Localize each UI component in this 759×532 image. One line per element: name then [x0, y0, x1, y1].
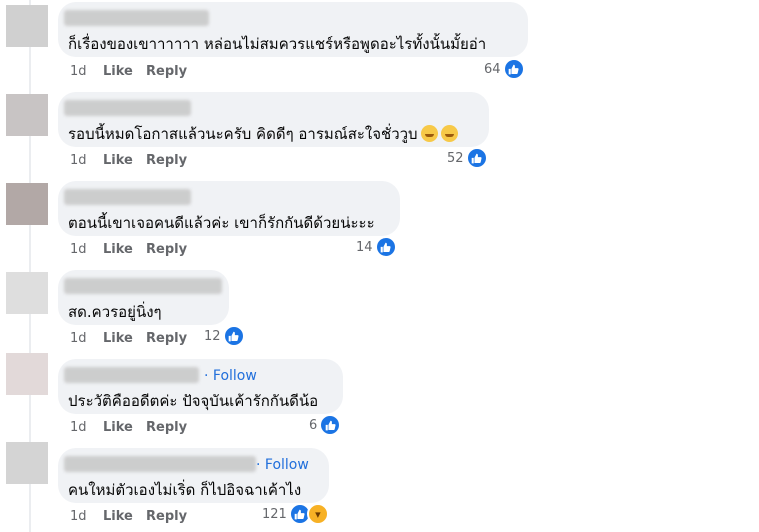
like-button[interactable]: Like [103, 153, 133, 168]
reaction-count: 12 [204, 328, 221, 344]
like-reaction-icon [465, 147, 488, 169]
reaction-summary[interactable]: 52 [447, 147, 488, 169]
comment-text: คนใหม่ตัวเองไม่เริ่ด ก็ไปอิจฉาเค้าไง [68, 481, 302, 499]
comment-bubble: ก็เรื่องของเขาาาาาา หล่อนไม่สมควรแชร์หรื… [58, 2, 528, 57]
like-button[interactable]: Like [103, 420, 133, 435]
comment-text: ตอนนี้เขาเจอคนดีแล้วค่ะ เขาก็รักกันดีด้ว… [68, 214, 375, 232]
comment-text: สด.ควรอยู่นิ่งๆ [68, 303, 162, 321]
comment-time[interactable]: 1d [70, 153, 87, 168]
avatar[interactable] [6, 272, 48, 314]
comment-time[interactable]: 1d [70, 64, 87, 79]
reaction-summary[interactable]: 12 [204, 325, 245, 347]
comment: · Follow คนใหม่ตัวเองไม่เริ่ด ก็ไปอิจฉาเ… [0, 442, 759, 531]
like-reaction-icon [222, 325, 245, 347]
reply-button[interactable]: Reply [146, 420, 187, 435]
like-reaction-icon [502, 58, 525, 80]
author-name-blurred[interactable] [64, 456, 256, 472]
comment-bubble: ตอนนี้เขาเจอคนดีแล้วค่ะ เขาก็รักกันดีด้ว… [58, 181, 400, 236]
reply-button[interactable]: Reply [146, 242, 187, 257]
comment-text: ก็เรื่องของเขาาาาาา หล่อนไม่สมควรแชร์หรื… [68, 35, 487, 53]
thinking-emoji-icon [420, 125, 438, 142]
reaction-summary[interactable]: 6 [309, 414, 342, 436]
avatar[interactable] [6, 183, 48, 225]
haha-reaction-icon: ▾ [306, 503, 329, 525]
avatar[interactable] [6, 94, 48, 136]
comment-time[interactable]: 1d [70, 242, 87, 257]
comment-time[interactable]: 1d [70, 509, 87, 524]
author-name-blurred[interactable] [64, 189, 191, 205]
reaction-count: 52 [447, 150, 464, 166]
comment-text: รอบนี้หมดโอกาสแล้วนะครับ คิดดีๆ อารมณ์สะ… [68, 122, 458, 146]
reaction-summary[interactable]: 14 [356, 236, 397, 258]
comment-bubble: · Follow ประวัติคืออดีตค่ะ ปัจจุบันเค้าร… [58, 359, 343, 414]
comment: ตอนนี้เขาเจอคนดีแล้วค่ะ เขาก็รักกันดีด้ว… [0, 175, 759, 264]
reply-button[interactable]: Reply [146, 509, 187, 524]
reaction-summary[interactable]: 64 [484, 58, 525, 80]
reaction-count: 6 [309, 417, 318, 433]
comment: สด.ควรอยู่นิ่งๆ 1d Like Reply 12 [0, 264, 759, 353]
avatar[interactable] [6, 353, 48, 395]
like-button[interactable]: Like [103, 331, 133, 346]
author-name-blurred[interactable] [64, 367, 199, 383]
comment-time[interactable]: 1d [70, 331, 87, 346]
reaction-count: 64 [484, 61, 501, 77]
like-button[interactable]: Like [103, 64, 133, 79]
like-reaction-icon [319, 414, 342, 436]
reply-button[interactable]: Reply [146, 64, 187, 79]
reaction-count: 14 [356, 239, 373, 255]
comment: · Follow ประวัติคืออดีตค่ะ ปัจจุบันเค้าร… [0, 353, 759, 442]
comment-text-content: รอบนี้หมดโอกาสแล้วนะครับ คิดดีๆ อารมณ์สะ… [68, 125, 418, 143]
author-name-blurred[interactable] [64, 100, 191, 116]
avatar[interactable] [6, 5, 48, 47]
reaction-summary[interactable]: 121 ▾ [262, 503, 329, 525]
like-reaction-icon [374, 236, 397, 258]
reply-button[interactable]: Reply [146, 153, 187, 168]
like-button[interactable]: Like [103, 509, 133, 524]
comment-bubble: รอบนี้หมดโอกาสแล้วนะครับ คิดดีๆ อารมณ์สะ… [58, 92, 489, 147]
avatar[interactable] [6, 442, 48, 484]
like-button[interactable]: Like [103, 242, 133, 257]
follow-link[interactable]: · Follow [256, 457, 309, 473]
comment-bubble: · Follow คนใหม่ตัวเองไม่เริ่ด ก็ไปอิจฉาเ… [58, 448, 329, 503]
comment-text: ประวัติคืออดีตค่ะ ปัจจุบันเค้ารักกันดีน้… [68, 392, 319, 410]
thinking-emoji-icon [440, 125, 458, 142]
comment-time[interactable]: 1d [70, 420, 87, 435]
comment: รอบนี้หมดโอกาสแล้วนะครับ คิดดีๆ อารมณ์สะ… [0, 86, 759, 175]
comment-bubble: สด.ควรอยู่นิ่งๆ [58, 270, 229, 325]
author-name-blurred[interactable] [64, 278, 222, 294]
reaction-count: 121 [262, 506, 287, 522]
comment: ก็เรื่องของเขาาาาาา หล่อนไม่สมควรแชร์หรื… [0, 0, 759, 86]
follow-link[interactable]: · Follow [204, 368, 257, 384]
author-name-blurred[interactable] [64, 10, 209, 26]
reply-button[interactable]: Reply [146, 331, 187, 346]
